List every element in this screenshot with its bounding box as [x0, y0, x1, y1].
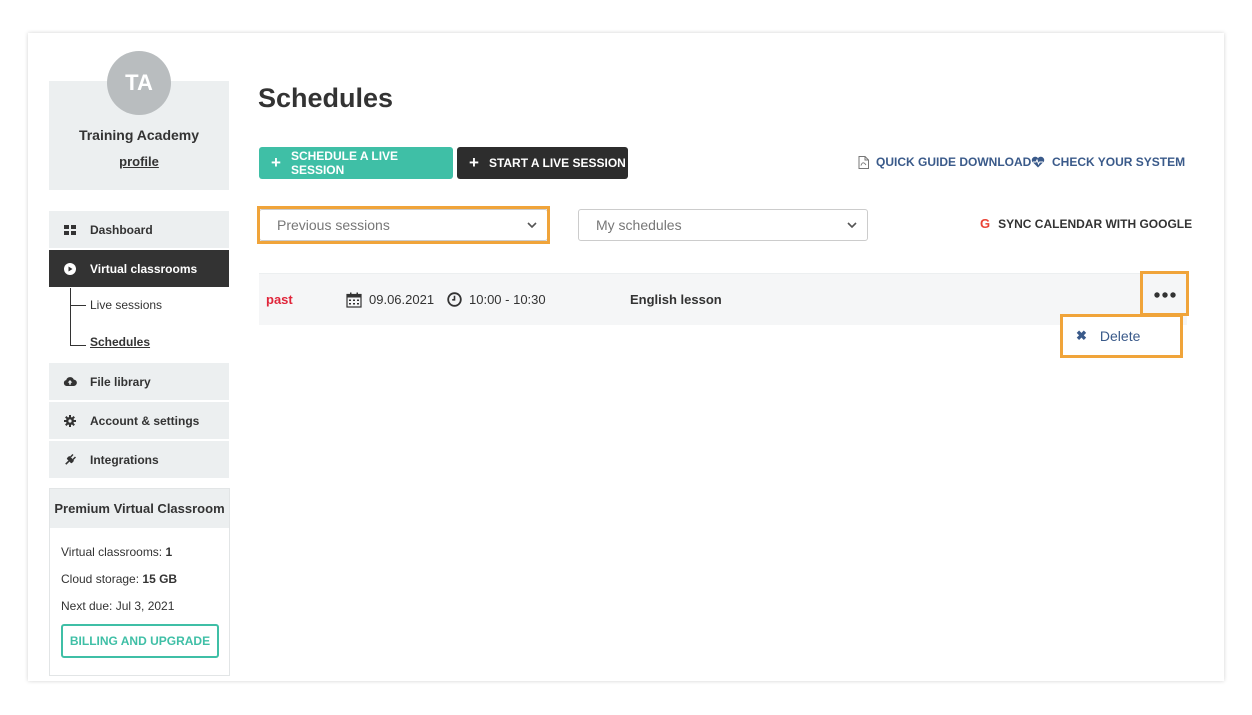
select-value: Previous sessions: [277, 217, 390, 233]
classrooms-value: 1: [165, 545, 173, 559]
menu-item-label: Delete: [1099, 328, 1141, 344]
plan-summary: Premium Virtual Classroom Virtual classr…: [49, 488, 230, 676]
link-label: SYNC CALENDAR WITH GOOGLE: [998, 216, 1193, 231]
storage-amount: Cloud storage: 15 GB: [61, 572, 177, 586]
sidebar-item-dashboard[interactable]: Dashboard: [49, 211, 229, 248]
button-label: START A LIVE SESSION: [488, 156, 626, 170]
sidebar-item-label: Integrations: [90, 452, 159, 467]
button-label: SCHEDULE A LIVE SESSION: [290, 149, 399, 177]
quick-guide-download-link[interactable]: QUICK GUIDE DOWNLOAD: [858, 155, 1031, 169]
schedule-owner-select[interactable]: My schedules: [578, 209, 868, 241]
sidebar-item-label: Virtual classrooms: [90, 261, 198, 276]
sidebar-subitem-live-sessions[interactable]: Live sessions: [90, 298, 162, 312]
next-due: Next due: Jul 3, 2021: [61, 599, 175, 613]
sidebar-item-label: File library: [90, 374, 151, 389]
sidebar-subitem-schedules[interactable]: Schedules: [90, 335, 150, 349]
select-value: My schedules: [596, 217, 682, 233]
plus-icon: +: [469, 153, 479, 172]
start-live-session-button[interactable]: + START A LIVE SESSION: [457, 147, 628, 179]
dashboard-icon: [63, 223, 77, 237]
classrooms-count: Virtual classrooms: 1: [61, 545, 172, 559]
close-icon: ✖: [1076, 328, 1087, 343]
chevron-down-icon: [527, 222, 537, 228]
schedule-live-session-button[interactable]: + SCHEDULE A LIVE SESSION: [259, 147, 453, 179]
tree-branch: [70, 305, 86, 306]
sidebar-item-integrations[interactable]: Integrations: [49, 441, 229, 478]
sidebar-item-label: Account & settings: [90, 413, 200, 428]
sidebar-item-file-library[interactable]: File library: [49, 363, 229, 400]
sidebar-item-virtual-classrooms[interactable]: Virtual classrooms: [49, 250, 229, 287]
row-actions-button[interactable]: [1141, 272, 1188, 315]
storage-value: 15 GB: [142, 572, 178, 586]
link-label: CHECK YOUR SYSTEM: [1052, 155, 1186, 169]
heart-pulse-icon: [1031, 156, 1045, 168]
tree-line: [70, 288, 71, 345]
more-icon: [1153, 285, 1176, 303]
session-status: past: [266, 292, 293, 307]
pdf-file-icon: [858, 155, 869, 169]
delete-menu-item[interactable]: ✖ Delete: [1061, 315, 1182, 357]
session-title: English lesson: [630, 292, 722, 307]
sidebar-item-account-settings[interactable]: Account & settings: [49, 402, 229, 439]
session-filter-select[interactable]: Previous sessions: [259, 209, 548, 241]
plus-icon: +: [271, 153, 281, 172]
tree-branch: [70, 345, 86, 346]
clock-icon: [447, 292, 462, 307]
classrooms-label: Virtual classrooms:: [61, 545, 166, 559]
calendar-icon: [346, 292, 362, 308]
table-row[interactable]: past 09.06.2021 10:00 - 10:30 English le…: [259, 273, 1187, 325]
plug-icon: [63, 453, 77, 467]
avatar[interactable]: TA: [107, 51, 171, 115]
link-label: QUICK GUIDE DOWNLOAD: [876, 155, 1032, 169]
sidebar-item-label: Dashboard: [90, 222, 153, 237]
session-date: 09.06.2021: [346, 274, 434, 325]
play-circle-icon: [63, 262, 77, 276]
billing-upgrade-button[interactable]: BILLING AND UPGRADE: [61, 624, 219, 658]
page-title: Schedules: [258, 83, 394, 113]
cloud-upload-icon: [63, 375, 77, 389]
sync-google-calendar-link[interactable]: G SYNC CALENDAR WITH GOOGLE: [980, 216, 1192, 231]
gear-icon: [63, 414, 77, 428]
time-value: 10:00 - 10:30: [469, 292, 546, 307]
chevron-down-icon: [847, 222, 857, 228]
session-time: 10:00 - 10:30: [447, 274, 546, 325]
google-icon: G: [980, 216, 991, 231]
check-system-link[interactable]: CHECK YOUR SYSTEM: [1031, 155, 1185, 169]
storage-label: Cloud storage:: [61, 572, 143, 586]
profile-link[interactable]: profile: [49, 154, 229, 169]
organization-name: Training Academy: [78, 127, 200, 143]
plan-title: Premium Virtual Classroom: [50, 489, 229, 528]
date-value: 09.06.2021: [369, 292, 435, 307]
